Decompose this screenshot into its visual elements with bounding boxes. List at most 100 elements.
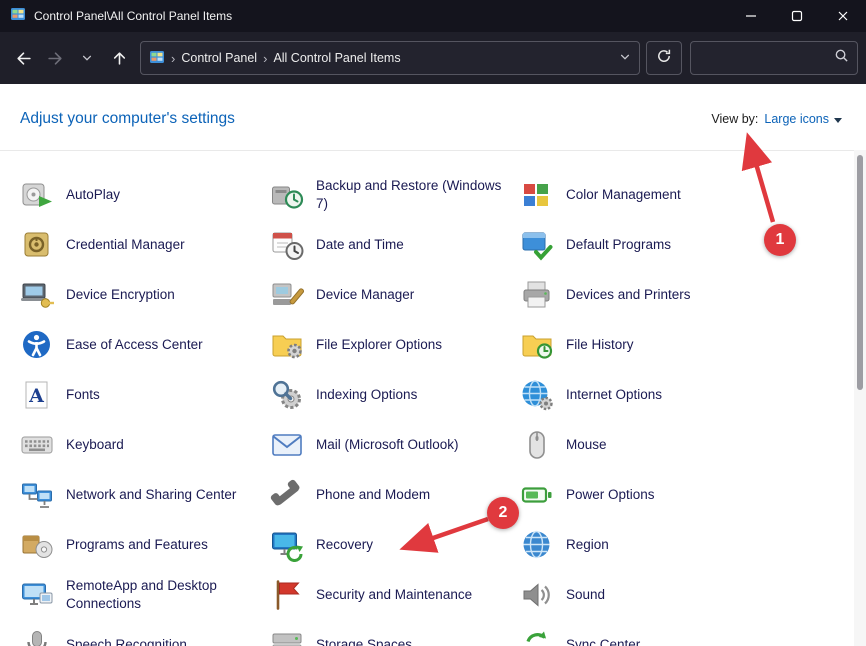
control-panel-item[interactable]: A Fonts xyxy=(20,370,270,420)
item-label: Devices and Printers xyxy=(566,286,691,304)
phone-modem-icon xyxy=(270,478,304,512)
search-icon[interactable] xyxy=(834,48,849,68)
content-area: Adjust your computer's settings View by:… xyxy=(0,84,866,646)
control-panel-item[interactable]: Indexing Options xyxy=(270,370,520,420)
view-by-dropdown[interactable]: Large icons xyxy=(764,112,842,126)
search-box[interactable] xyxy=(690,41,858,75)
credential-manager-icon xyxy=(20,228,54,262)
item-label: Region xyxy=(566,536,609,554)
refresh-button[interactable] xyxy=(646,41,682,75)
backup-restore-icon xyxy=(270,178,304,212)
sound-icon xyxy=(520,578,554,612)
security-maintenance-icon xyxy=(270,578,304,612)
internet-options-icon xyxy=(520,378,554,412)
up-icon[interactable] xyxy=(104,43,134,73)
control-panel-item[interactable]: Date and Time xyxy=(270,220,520,270)
item-label: Security and Maintenance xyxy=(316,586,472,604)
recent-locations-icon[interactable] xyxy=(72,43,102,73)
breadcrumb-item[interactable]: All Control Panel Items xyxy=(273,51,400,65)
breadcrumb-separator-icon: › xyxy=(263,51,267,66)
item-label: Device Encryption xyxy=(66,286,175,304)
control-panel-item[interactable]: Credential Manager xyxy=(20,220,270,270)
breadcrumb: › Control Panel › All Control Panel Items xyxy=(171,51,401,66)
item-label: Power Options xyxy=(566,486,655,504)
search-input[interactable] xyxy=(699,51,834,65)
window-title: Control Panel\All Control Panel Items xyxy=(34,9,232,23)
control-panel-item[interactable]: Sync Center xyxy=(520,620,770,646)
navigation-bar: › Control Panel › All Control Panel Items xyxy=(0,32,866,84)
control-panel-item[interactable]: Devices and Printers xyxy=(520,270,770,320)
control-panel-item[interactable]: Mail (Microsoft Outlook) xyxy=(270,420,520,470)
item-label: Ease of Access Center xyxy=(66,336,203,354)
control-panel-item[interactable]: Network and Sharing Center xyxy=(20,470,270,520)
item-label: Programs and Features xyxy=(66,536,208,554)
control-panel-item[interactable]: Device Encryption xyxy=(20,270,270,320)
control-panel-item[interactable]: Speech Recognition xyxy=(20,620,270,646)
control-panel-item[interactable]: Programs and Features xyxy=(20,520,270,570)
device-manager-icon xyxy=(270,278,304,312)
item-label: Sound xyxy=(566,586,605,604)
titlebar: Control Panel\All Control Panel Items xyxy=(0,0,866,32)
fonts-icon: A xyxy=(20,378,54,412)
control-panel-item[interactable]: Keyboard xyxy=(20,420,270,470)
annotation-step-1: 1 xyxy=(764,224,796,256)
view-by-value: Large icons xyxy=(764,112,829,126)
control-panel-item[interactable]: Sound xyxy=(520,570,770,620)
item-label: Device Manager xyxy=(316,286,414,304)
control-panel-item[interactable]: File Explorer Options xyxy=(270,320,520,370)
item-label: Date and Time xyxy=(316,236,404,254)
chevron-down-icon xyxy=(834,118,842,123)
breadcrumb-separator-icon: › xyxy=(171,51,175,66)
address-bar[interactable]: › Control Panel › All Control Panel Items xyxy=(140,41,640,75)
control-panel-item[interactable]: Device Manager xyxy=(270,270,520,320)
scrollbar-track[interactable] xyxy=(854,150,866,646)
forward-icon[interactable] xyxy=(40,43,70,73)
control-panel-icon xyxy=(10,6,26,27)
control-panel-item[interactable]: Phone and Modem xyxy=(270,470,520,520)
recovery-icon xyxy=(270,528,304,562)
maximize-icon[interactable] xyxy=(774,0,820,32)
control-panel-item[interactable]: Security and Maintenance xyxy=(270,570,520,620)
minimize-icon[interactable] xyxy=(728,0,774,32)
date-time-icon xyxy=(270,228,304,262)
file-history-icon xyxy=(520,328,554,362)
scrollbar-thumb[interactable] xyxy=(857,155,863,390)
indexing-options-icon xyxy=(270,378,304,412)
control-panel-item[interactable]: AutoPlay xyxy=(20,170,270,220)
mail-icon xyxy=(270,428,304,462)
control-panel-item[interactable]: Recovery xyxy=(270,520,520,570)
item-label: Mouse xyxy=(566,436,607,454)
control-panel-item[interactable]: Mouse xyxy=(520,420,770,470)
control-panel-item[interactable]: Ease of Access Center xyxy=(20,320,270,370)
item-label: Default Programs xyxy=(566,236,671,254)
control-panel-item[interactable]: Region xyxy=(520,520,770,570)
control-panel-icon xyxy=(149,49,165,68)
address-dropdown-icon[interactable] xyxy=(619,51,631,66)
item-label: Network and Sharing Center xyxy=(66,486,236,504)
network-sharing-icon xyxy=(20,478,54,512)
header-separator xyxy=(0,150,854,151)
control-panel-item[interactable]: Internet Options xyxy=(520,370,770,420)
control-panel-item[interactable]: Power Options xyxy=(520,470,770,520)
refresh-icon xyxy=(656,48,672,69)
region-icon xyxy=(520,528,554,562)
control-panel-item[interactable]: Color Management xyxy=(520,170,770,220)
control-panel-item[interactable]: RemoteApp and Desktop Connections xyxy=(20,570,270,620)
mouse-icon xyxy=(520,428,554,462)
breadcrumb-item[interactable]: Control Panel xyxy=(181,51,257,65)
speech-recognition-icon xyxy=(20,628,54,646)
item-label: RemoteApp and Desktop Connections xyxy=(66,577,252,612)
item-label: Recovery xyxy=(316,536,373,554)
item-label: File Explorer Options xyxy=(316,336,442,354)
control-panel-item[interactable]: Backup and Restore (Windows 7) xyxy=(270,170,520,220)
item-label: Keyboard xyxy=(66,436,124,454)
back-icon[interactable] xyxy=(8,43,38,73)
item-label: Fonts xyxy=(66,386,100,404)
remoteapp-icon xyxy=(20,578,54,612)
control-panel-item[interactable]: File History xyxy=(520,320,770,370)
close-icon[interactable] xyxy=(820,0,866,32)
storage-spaces-icon xyxy=(270,628,304,646)
control-panel-item[interactable]: Storage Spaces xyxy=(270,620,520,646)
control-panel-item[interactable]: Default Programs xyxy=(520,220,770,270)
item-label: Sync Center xyxy=(566,636,640,646)
